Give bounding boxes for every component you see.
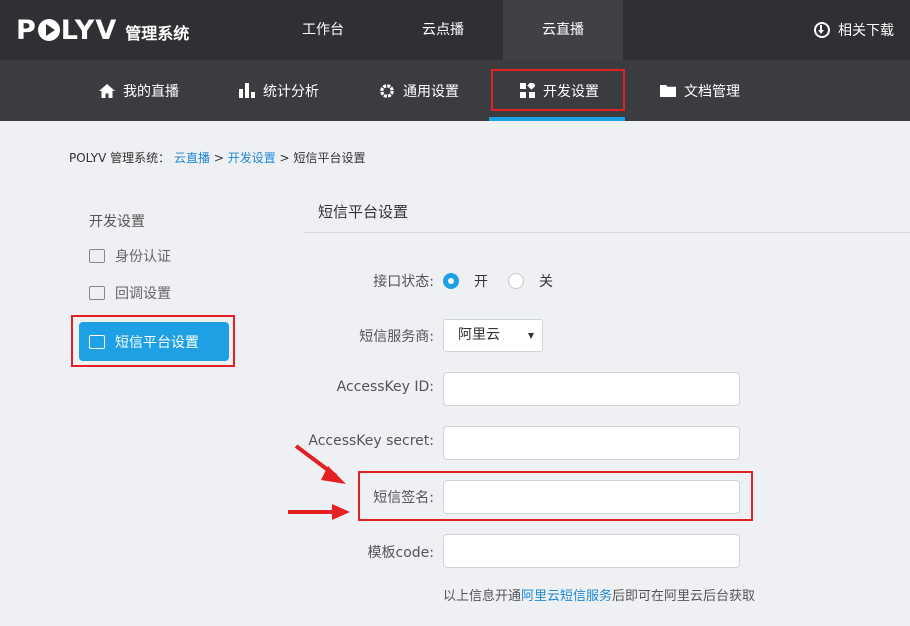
active-tab-indicator (489, 117, 625, 121)
download-icon (814, 22, 830, 38)
top-tab-workbench[interactable]: 工作台 (263, 0, 383, 60)
status-off-radio[interactable] (508, 273, 524, 289)
gear-icon (380, 83, 394, 98)
accesskey-secret-input[interactable] (443, 426, 740, 460)
logo-wordmark: P LYV (16, 14, 118, 46)
breadcrumb-link-dev-settings[interactable]: 开发设置 (228, 151, 276, 165)
sidebar-item-sms-platform[interactable]: 短信平台设置 (79, 322, 229, 361)
sms-sign-input[interactable] (443, 480, 740, 514)
accesskey-id-label: AccessKey ID: (336, 379, 434, 395)
top-tab-live[interactable]: 云直播 (503, 0, 623, 60)
download-link[interactable]: 相关下载 (814, 20, 894, 40)
sidebar-item-callback[interactable]: 回调设置 (89, 283, 171, 303)
download-label: 相关下载 (838, 23, 894, 39)
provider-selected-value: 阿里云 (458, 327, 500, 343)
home-icon (99, 83, 115, 98)
status-label: 接口状态: (373, 274, 434, 290)
terminal-icon (89, 286, 105, 300)
sub-nav-docs[interactable]: 文档管理 (660, 60, 740, 121)
breadcrumb-link-live[interactable]: 云直播 (174, 151, 210, 165)
sub-nav: 我的直播 统计分析 通用设置 开发设置 文档管理 (0, 60, 910, 121)
sub-nav-general-settings[interactable]: 通用设置 (379, 60, 459, 121)
top-tab-vod[interactable]: 云点播 (383, 0, 503, 60)
sidebar-item-label: 回调设置 (115, 286, 171, 302)
section-divider (304, 232, 910, 233)
help-note: 以上信息开通阿里云短信服务后即可在阿里云后台获取 (443, 585, 755, 604)
sidebar-item-label: 短信平台设置 (115, 334, 199, 351)
section-title: 短信平台设置 (318, 203, 409, 221)
highlight-box-dev-settings (491, 69, 625, 111)
annotation-arrow-horizontal (288, 504, 350, 520)
bar-chart-icon (239, 83, 255, 98)
provider-label: 短信服务商: (359, 329, 434, 345)
status-on-radio[interactable] (443, 273, 459, 289)
sidebar-item-identity[interactable]: 身份认证 (89, 246, 171, 266)
logo-subtitle: 管理系统 (125, 24, 190, 43)
help-note-before: 以上信息开通 (443, 589, 522, 604)
breadcrumb-root: POLYV 管理系统： (69, 151, 171, 165)
status-on-label[interactable]: 开 (474, 271, 488, 291)
terminal-icon (89, 334, 105, 349)
breadcrumb-separator: > (213, 151, 224, 165)
logo-play-icon (37, 19, 60, 41)
sub-nav-statistics[interactable]: 统计分析 (239, 60, 319, 121)
sub-nav-my-live[interactable]: 我的直播 (99, 60, 179, 121)
breadcrumb-current: 短信平台设置 (293, 151, 366, 165)
template-code-input[interactable] (443, 534, 740, 568)
aliyun-sms-link[interactable]: 阿里云短信服务 (521, 589, 612, 604)
template-code-label: 模板code: (367, 545, 434, 561)
provider-select[interactable]: 阿里云 (443, 319, 543, 352)
sub-nav-label: 文档管理 (684, 83, 740, 100)
top-bar: P LYV 管理系统 工作台 云点播 云直播 相关下载 (0, 0, 910, 60)
breadcrumb-separator: > (279, 151, 290, 165)
sidebar-item-label: 身份认证 (115, 249, 171, 265)
caret-down-icon (528, 333, 534, 339)
sub-nav-label: 我的直播 (123, 83, 179, 100)
sms-sign-label: 短信签名: (373, 490, 434, 506)
help-note-after: 后即可在阿里云后台获取 (612, 589, 756, 604)
sub-nav-label: 通用设置 (403, 83, 459, 100)
breadcrumb: POLYV 管理系统： 云直播 > 开发设置 > 短信平台设置 (69, 149, 365, 166)
sub-nav-label: 统计分析 (263, 83, 319, 100)
status-off-label[interactable]: 关 (539, 271, 553, 291)
accesskey-id-input[interactable] (443, 372, 740, 406)
id-card-icon (89, 249, 105, 263)
sidebar-title: 开发设置 (89, 214, 145, 230)
accesskey-secret-label: AccessKey secret: (308, 433, 434, 449)
folder-icon (660, 85, 676, 97)
polyv-logo[interactable]: P LYV 管理系统 (16, 14, 189, 46)
